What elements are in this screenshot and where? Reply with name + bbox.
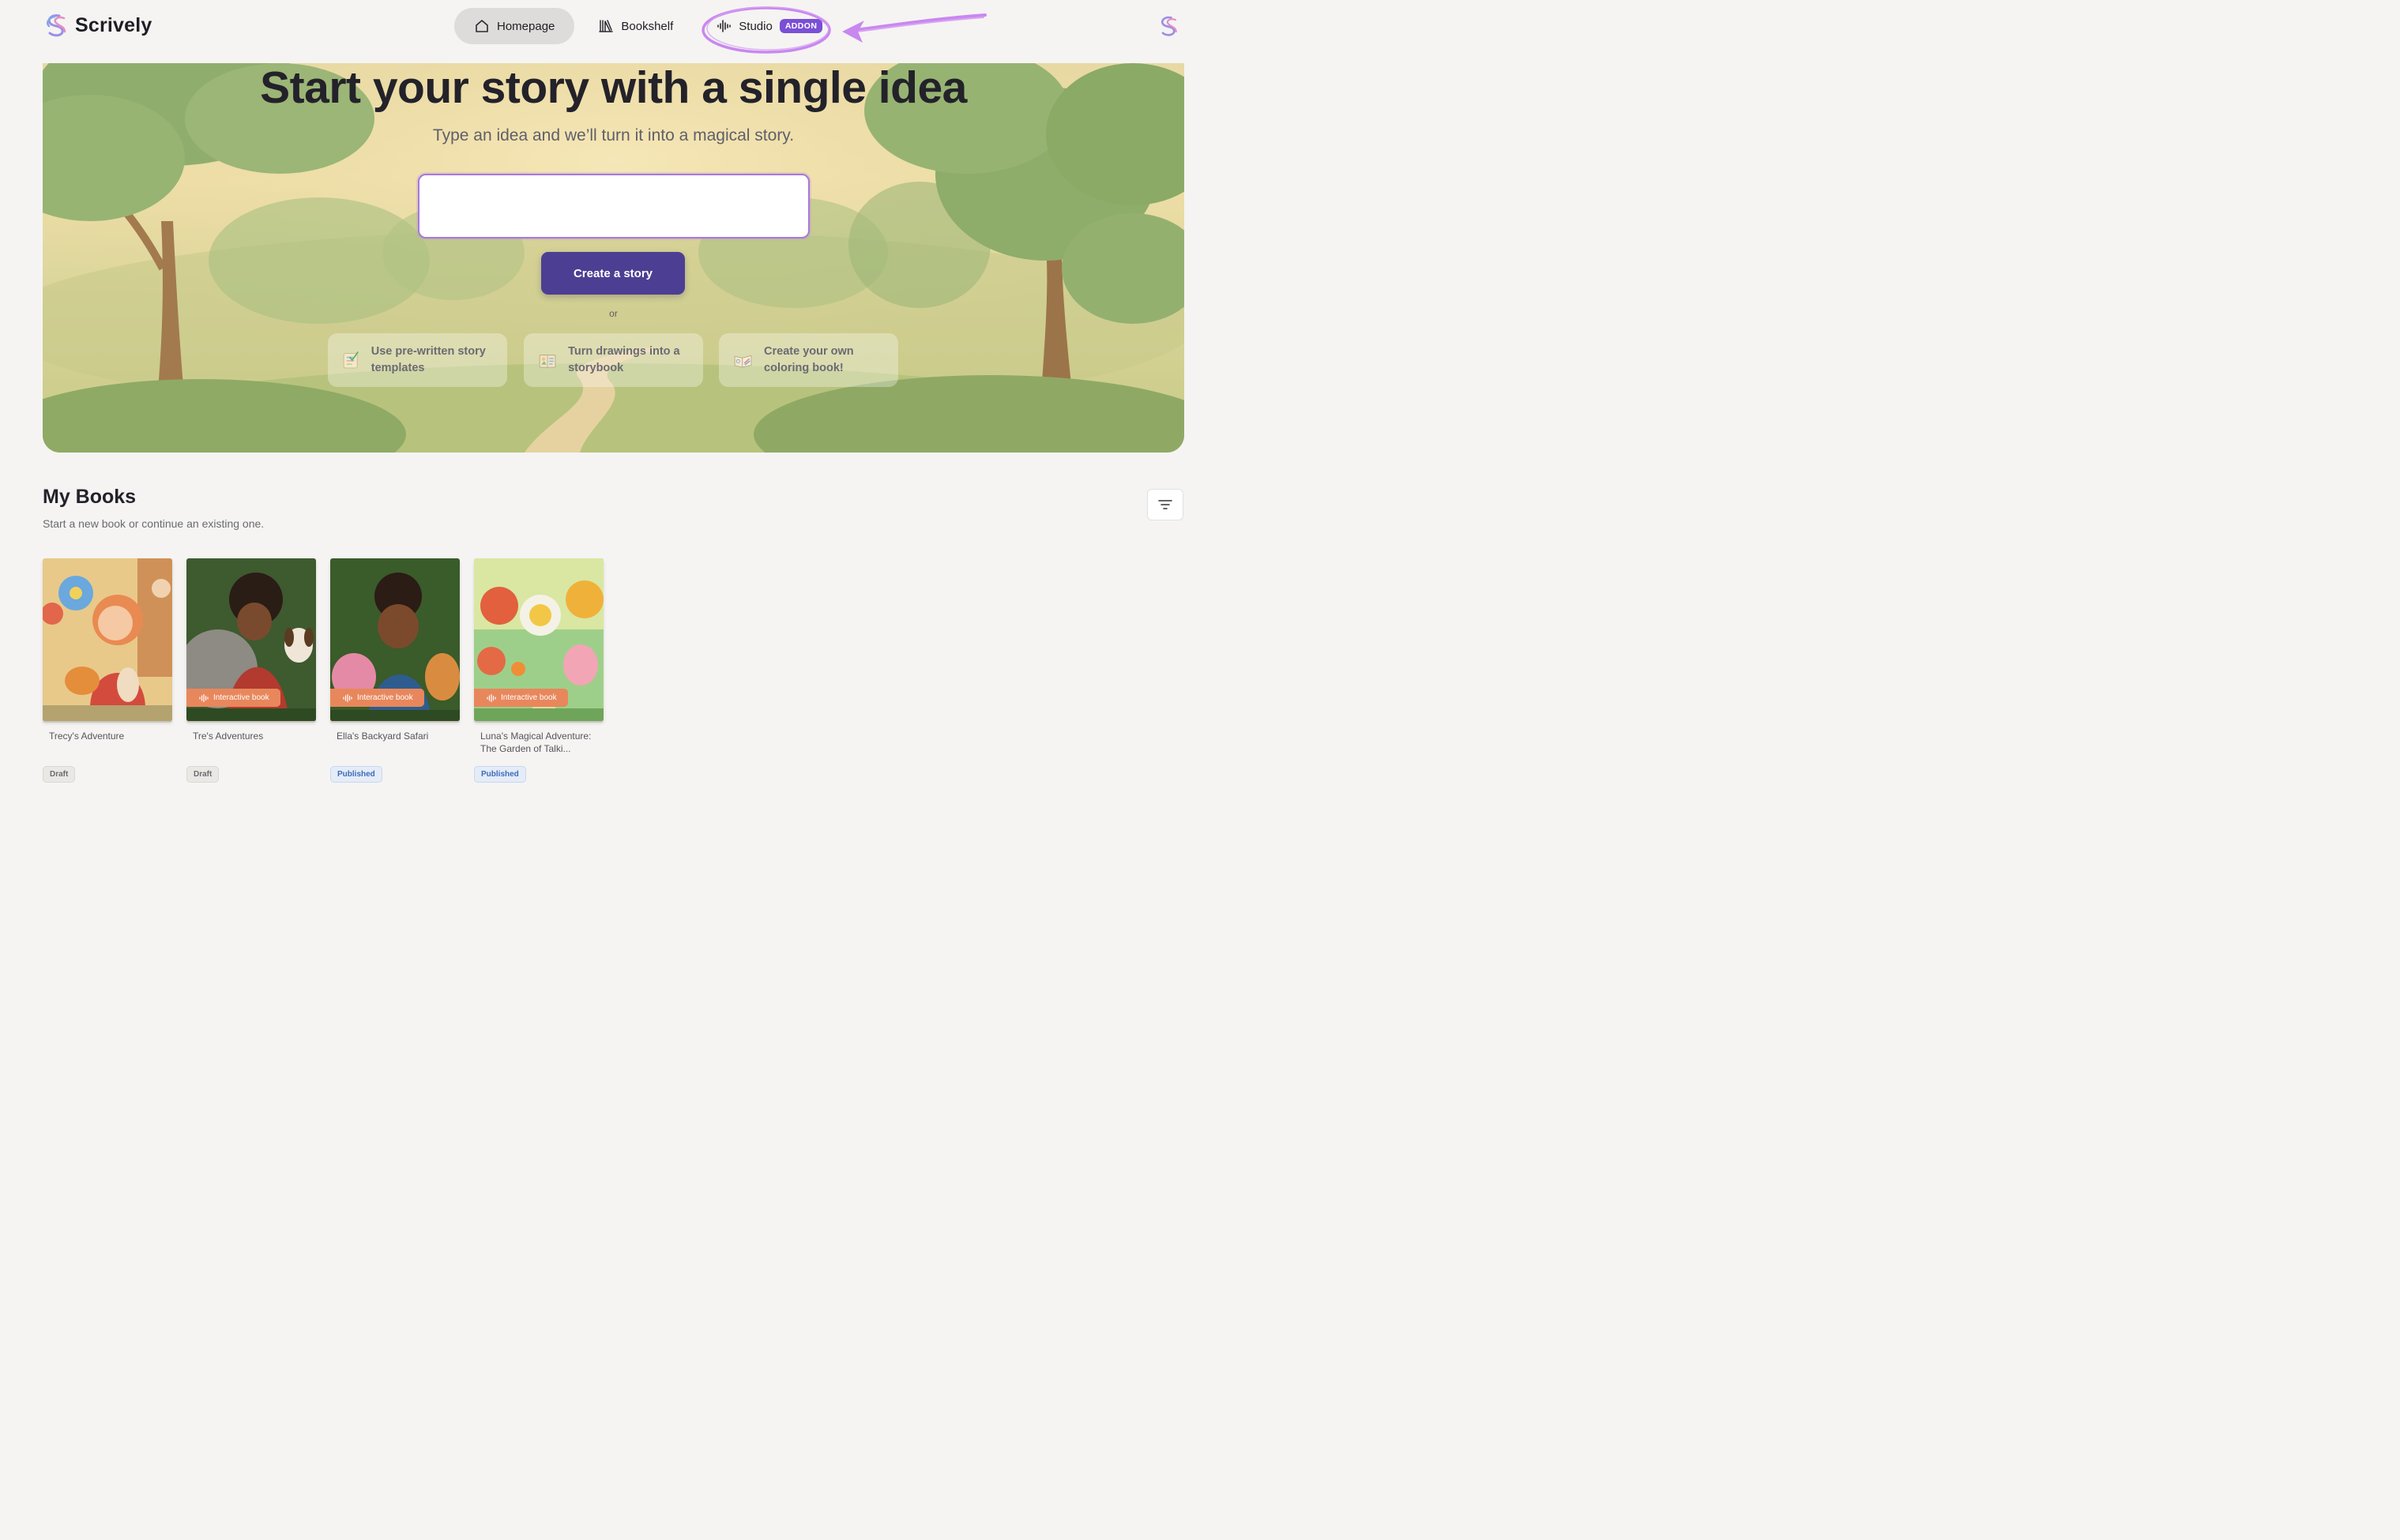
create-story-button[interactable]: Create a story [541, 252, 685, 295]
book-title: Tre's Adventures [193, 731, 264, 742]
book-title: Luna's Magical Adventure: The Garden of … [480, 731, 592, 754]
interactive-book-label: Interactive book [501, 693, 557, 702]
option-label: Use pre-written story templates [371, 345, 486, 374]
scrively-logo-icon [1161, 16, 1177, 36]
brand[interactable]: Scrively [43, 12, 152, 39]
interactive-book-tag: Interactive book [474, 689, 568, 707]
nav-studio-label: Studio [739, 19, 773, 33]
nav-homepage-label: Homepage [497, 19, 555, 33]
interactive-book-label: Interactive book [357, 693, 413, 702]
status-badge: Draft [43, 766, 76, 783]
status-badge: Published [330, 766, 382, 783]
option-coloring-book[interactable]: Create your own coloring book! [719, 333, 898, 387]
book-card[interactable]: Interactive book Tre's Adventures Draft [186, 558, 316, 783]
audio-wave-icon [487, 693, 496, 702]
my-books-title: My Books [43, 486, 137, 508]
option-story-templates[interactable]: Use pre-written story templates [328, 333, 507, 387]
book-cover-image [43, 558, 172, 721]
scrively-logo-icon [47, 14, 66, 37]
status-badge: Draft [186, 766, 220, 783]
nav-studio[interactable]: Studio ADDON [696, 8, 842, 44]
filter-icon [1158, 500, 1172, 509]
hero-banner: Start your story with a single idea Type… [43, 63, 1184, 453]
book-title: Trecy's Adventure [49, 731, 125, 742]
audio-wave-icon [343, 693, 352, 702]
story-idea-input[interactable] [418, 174, 810, 239]
drawing-book-icon [539, 355, 556, 368]
main-nav: Homepage Bookshelf Studio ADDON [454, 8, 842, 44]
template-checklist-icon [343, 351, 359, 369]
book-cover: Interactive book [474, 558, 604, 721]
option-label: Create your own coloring book! [764, 345, 854, 374]
nav-bookshelf[interactable]: Bookshelf [578, 8, 693, 44]
top-bar: Scrively Homepage Bookshelf Studio ADDON [0, 0, 1239, 52]
or-divider: or [609, 308, 618, 319]
hero-subtitle: Type an idea and we’ll turn it into a ma… [432, 126, 795, 145]
my-books-subtitle: Start a new book or continue an existing… [43, 517, 265, 530]
addon-badge: ADDON [779, 19, 823, 33]
book-cover: Interactive book [186, 558, 316, 721]
bookshelf-icon [599, 20, 614, 32]
nav-bookshelf-label: Bookshelf [621, 19, 674, 33]
interactive-book-label: Interactive book [213, 693, 269, 702]
interactive-book-tag: Interactive book [186, 689, 280, 707]
book-card[interactable]: Interactive book Luna's Magical Adventur… [474, 558, 604, 783]
brand-name: Scrively [75, 13, 152, 36]
hero-title: Start your story with a single idea [260, 63, 967, 113]
book-title: Ella's Backyard Safari [337, 731, 429, 742]
option-label: Turn drawings into a storybook [568, 345, 680, 374]
nav-homepage[interactable]: Homepage [454, 8, 575, 44]
home-icon [476, 20, 488, 32]
coloring-book-icon [734, 355, 752, 368]
book-cover: Interactive book [330, 558, 460, 721]
user-avatar[interactable] [1157, 14, 1180, 42]
audio-wave-icon [717, 20, 732, 32]
book-cover [43, 558, 172, 721]
audio-wave-icon [199, 693, 209, 702]
book-card[interactable]: Trecy's Adventure Draft [43, 558, 172, 783]
book-card[interactable]: Interactive book Ella's Backyard Safari … [330, 558, 460, 783]
interactive-book-tag: Interactive book [330, 689, 424, 707]
filter-button[interactable] [1147, 489, 1183, 520]
status-badge: Published [474, 766, 526, 783]
option-drawings-storybook[interactable]: Turn drawings into a storybook [524, 333, 703, 387]
